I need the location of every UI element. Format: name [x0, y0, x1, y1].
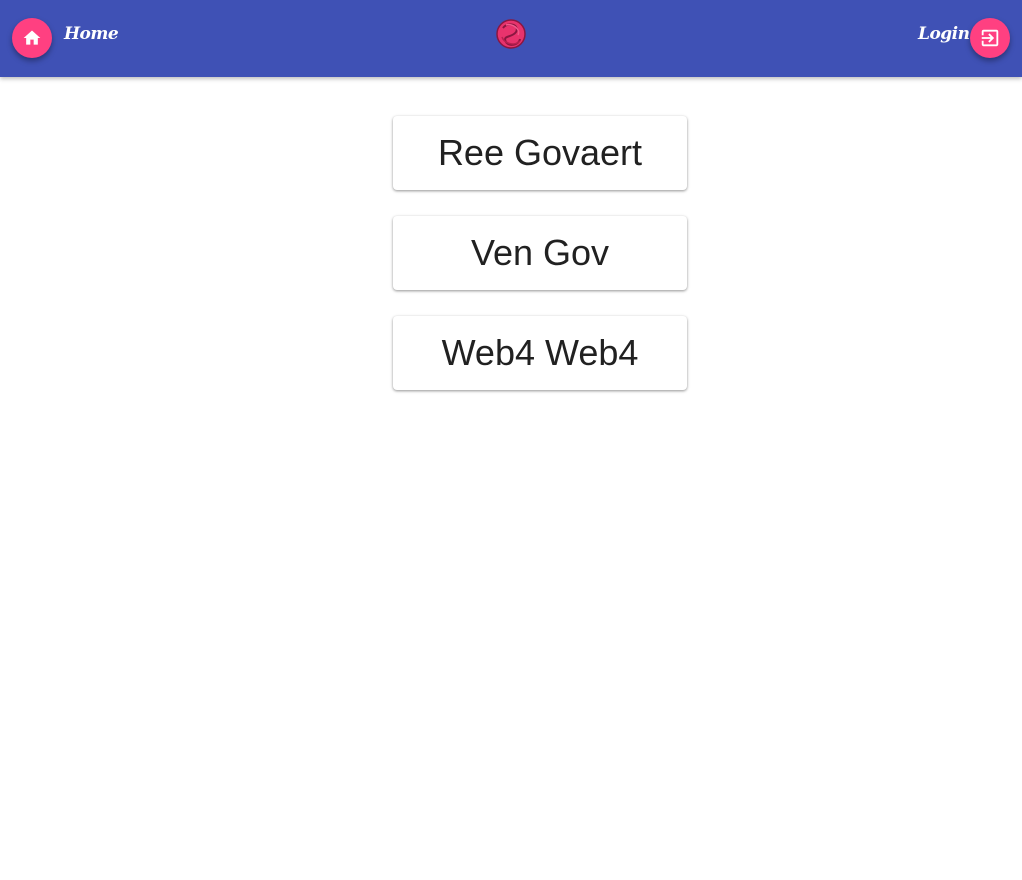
login-link[interactable]: Login: [918, 24, 970, 44]
pink-swirl-logo-icon: [496, 19, 526, 49]
home-button[interactable]: [12, 18, 52, 58]
home-link[interactable]: Home: [64, 24, 119, 44]
name-card-ree-govaert[interactable]: Ree Govaert: [393, 116, 687, 190]
name-card-ven-gov[interactable]: Ven Gov: [393, 216, 687, 290]
name-card-label: Ree Govaert: [437, 132, 643, 173]
login-icon: [981, 29, 999, 47]
login-button[interactable]: [970, 18, 1010, 58]
name-card-label: Ven Gov: [470, 232, 610, 273]
home-icon: [23, 30, 41, 45]
top-app-bar: Home Login: [0, 0, 1022, 77]
name-card-web4-web4[interactable]: Web4 Web4: [393, 316, 687, 390]
name-card-label: Web4 Web4: [441, 332, 639, 373]
